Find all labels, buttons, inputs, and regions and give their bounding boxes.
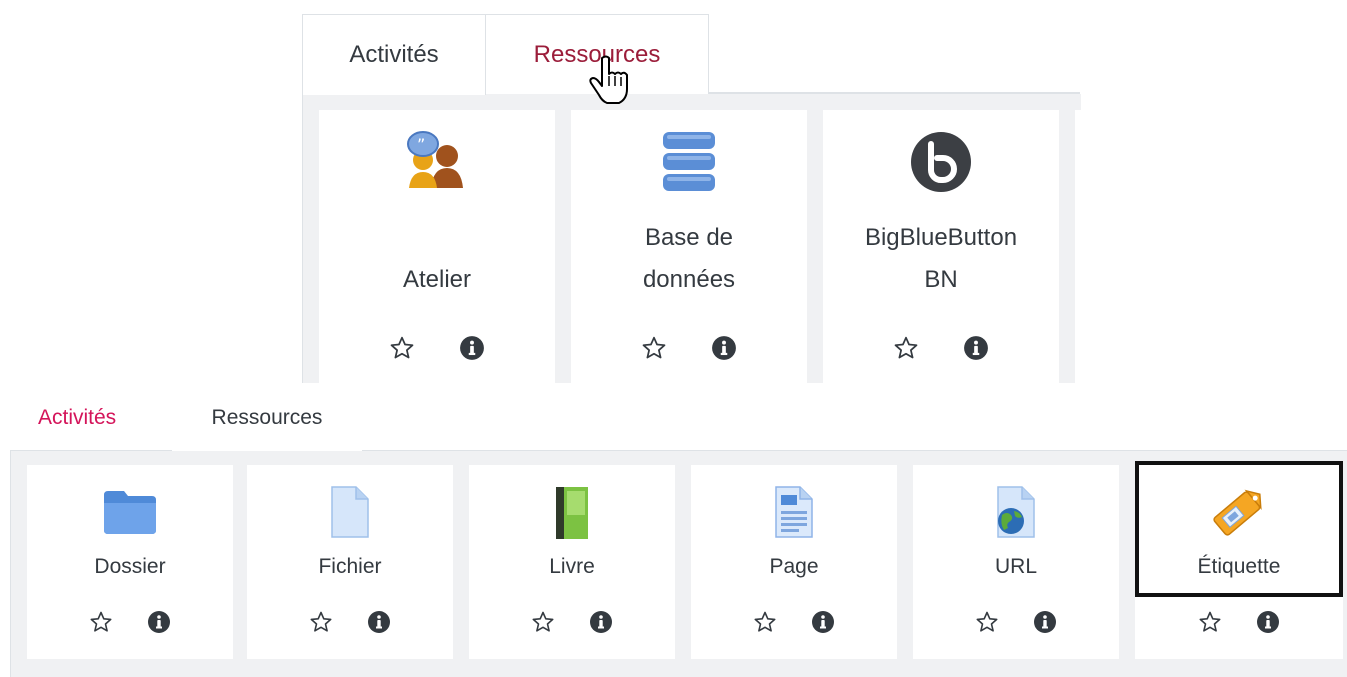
card-actions [823, 331, 1059, 365]
page-icon [691, 485, 897, 539]
card-base-de-donnees[interactable]: Base de données [571, 110, 807, 383]
info-icon[interactable] [589, 610, 613, 634]
star-icon[interactable] [641, 335, 667, 361]
card-actions [469, 607, 675, 637]
star-icon[interactable] [893, 335, 919, 361]
card-actions [247, 607, 453, 637]
info-icon[interactable] [963, 335, 989, 361]
card-url[interactable]: URL [913, 465, 1119, 659]
star-icon[interactable] [531, 610, 555, 634]
star-icon[interactable] [389, 335, 415, 361]
card-actions [571, 331, 807, 365]
bigbluebutton-icon [823, 130, 1059, 202]
card-label: Livre [549, 555, 595, 578]
tab-activites-bottom[interactable]: Activités [38, 385, 116, 451]
book-icon [469, 485, 675, 539]
card-etiquette[interactable]: Étiquette [1135, 461, 1343, 659]
card-bigbluebutton[interactable]: BigBlueButton BN [823, 110, 1059, 383]
card-actions [691, 607, 897, 637]
card-label: Dossier [94, 555, 166, 578]
card-label: Page [769, 555, 819, 578]
card-label: Fichier [318, 555, 382, 578]
folder-icon [27, 485, 233, 539]
star-icon[interactable] [753, 610, 777, 634]
tab-bar-bottom: Activités Ressources [10, 385, 1347, 451]
card-actions [319, 331, 555, 365]
card-label: URL [994, 555, 1037, 578]
card-partial [1075, 110, 1081, 383]
info-icon[interactable] [367, 610, 391, 634]
activity-chooser-top: Activités Ressources ” Atelier Base de d… [302, 14, 1081, 383]
tab-bar-top: Activités Ressources [302, 14, 1080, 95]
label-tag-icon [1135, 485, 1343, 539]
database-icon [571, 130, 807, 202]
card-label: Base de données [642, 224, 736, 293]
card-atelier[interactable]: ” Atelier [319, 110, 555, 383]
info-icon[interactable] [1256, 610, 1280, 634]
card-dossier[interactable]: Dossier [27, 465, 233, 659]
card-fichier[interactable]: Fichier [247, 465, 453, 659]
star-icon[interactable] [1198, 610, 1222, 634]
tab-ressources-bottom[interactable]: Ressources [172, 385, 362, 451]
star-icon[interactable] [975, 610, 999, 634]
workshop-icon: ” [319, 130, 555, 202]
svg-text:”: ” [417, 135, 425, 154]
card-label: Atelier [402, 266, 472, 293]
info-icon[interactable] [1033, 610, 1057, 634]
hand-pointer-icon [588, 54, 632, 109]
card-actions [27, 607, 233, 637]
info-icon[interactable] [147, 610, 171, 634]
card-label: Étiquette [1197, 555, 1281, 578]
activity-grid-top: ” Atelier Base de données BigBlueButton … [302, 94, 1081, 383]
info-icon[interactable] [711, 335, 737, 361]
card-livre[interactable]: Livre [469, 465, 675, 659]
file-icon [247, 485, 453, 539]
resource-grid-bottom: Dossier Fichier Livre Page URL Étiquette [10, 451, 1347, 677]
card-actions [1135, 607, 1343, 637]
card-actions [913, 607, 1119, 637]
card-page[interactable]: Page [691, 465, 897, 659]
activity-chooser-bottom: Activités Ressources Dossier Fichier Liv… [10, 385, 1347, 677]
tab-activites-top[interactable]: Activités [302, 14, 486, 95]
star-icon[interactable] [89, 610, 113, 634]
star-icon[interactable] [309, 610, 333, 634]
card-label: BigBlueButton BN [864, 224, 1018, 293]
info-icon[interactable] [459, 335, 485, 361]
info-icon[interactable] [811, 610, 835, 634]
url-icon [913, 485, 1119, 539]
